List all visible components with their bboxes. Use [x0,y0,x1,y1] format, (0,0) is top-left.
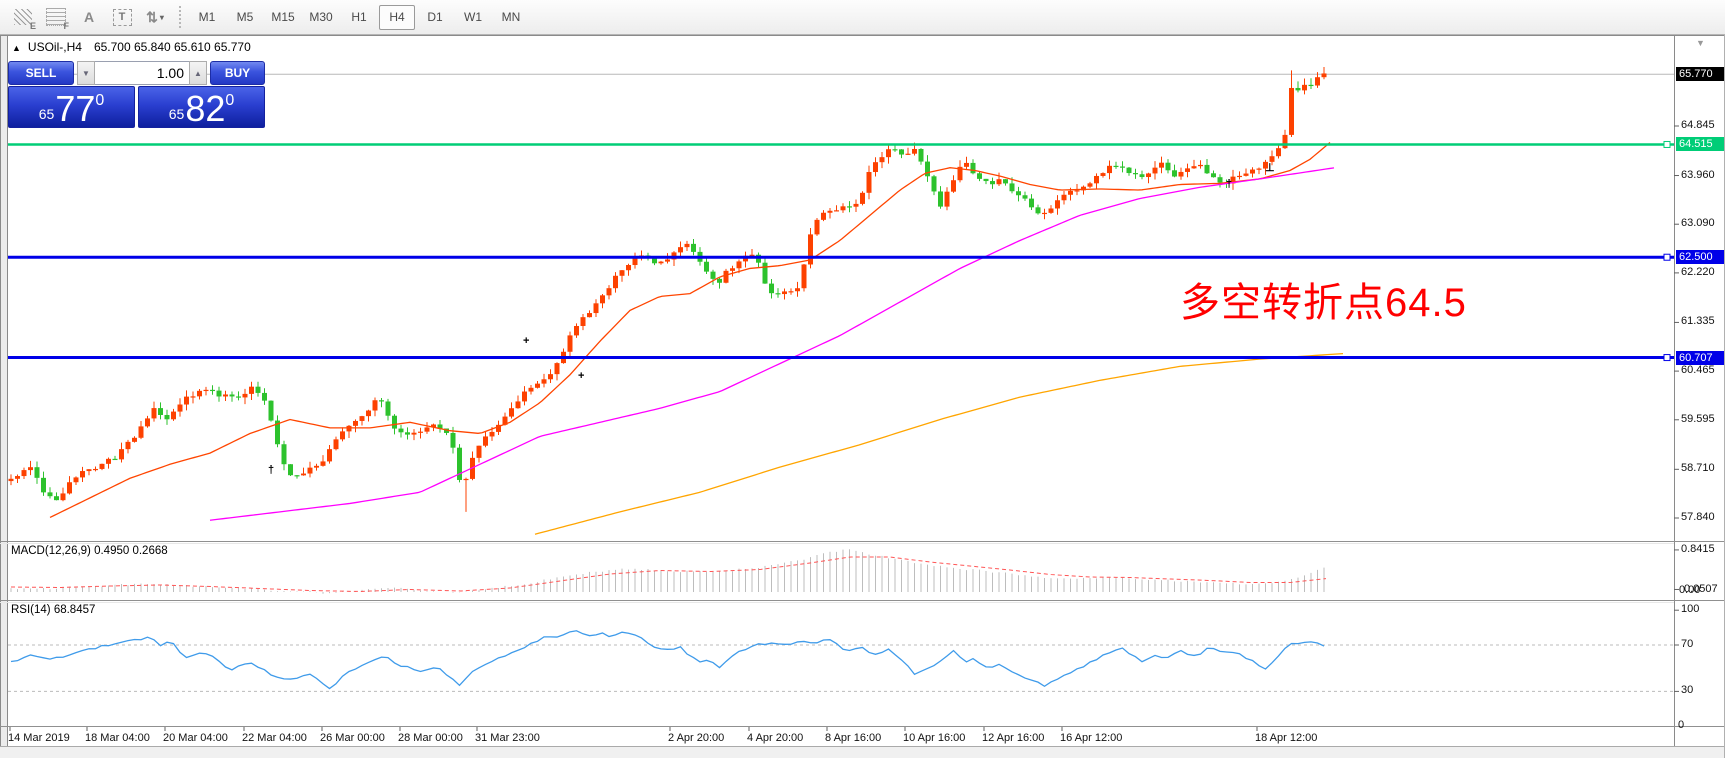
timeframe-button-m15[interactable]: M15 [265,5,301,30]
buy-button[interactable]: BUY [210,61,265,85]
sell-button[interactable]: SELL [8,61,74,85]
sell-price-display[interactable]: 65 77 0 [8,86,135,128]
volume-control: ▼ 1.00 ▲ [77,61,207,85]
toolbar: E F A T ⇅ ▾ M1M5M15M30H1H4D1W1MN [0,0,1725,35]
volume-increase-button[interactable]: ▲ [189,61,207,85]
volume-input[interactable]: 1.00 [95,61,189,85]
mt4-window: E F A T ⇅ ▾ M1M5M15M30H1H4D1W1MN ▲ USOil-… [0,0,1725,758]
rsi-label: RSI(14) 68.8457 [11,604,95,616]
timeframe-button-m1[interactable]: M1 [189,5,225,30]
timeframe-button-d1[interactable]: D1 [417,5,453,30]
grid-hatch-icon[interactable]: F [43,5,69,29]
timeframe-button-h4[interactable]: H4 [379,5,415,30]
timeframe-button-m30[interactable]: M30 [303,5,339,30]
text-label-icon[interactable]: A [76,5,102,29]
collapse-icon[interactable]: ▲ [12,43,21,53]
timeframe-button-h1[interactable]: H1 [341,5,377,30]
text-box-icon[interactable]: T [109,5,135,29]
indicators-hatch-icon[interactable]: E [10,5,36,29]
chart-annotation-text: 多空转折点64.5 [1180,270,1467,328]
symbol-label: USOil-,H4 [28,40,82,54]
timeframe-button-m5[interactable]: M5 [227,5,263,30]
macd-label: MACD(12,26,9) 0.4950 0.2668 [11,545,168,557]
chevron-down-icon: ▾ [160,13,164,22]
arrow-objects-icon[interactable]: ⇅ ▾ [142,5,168,29]
chart-header: ▲ USOil-,H4 65.700 65.840 65.610 65.770 [12,40,251,54]
timeframe-button-mn[interactable]: MN [493,5,529,30]
ohlc-values: 65.700 65.840 65.610 65.770 [94,40,251,54]
chart-autoscroll-icon[interactable]: ▼ [1696,38,1705,48]
one-click-trading-panel: SELL ▼ 1.00 ▲ BUY 65 77 0 65 82 0 [8,61,265,128]
timeframe-button-w1[interactable]: W1 [455,5,491,30]
timeframe-group: M1M5M15M30H1H4D1W1MN [189,5,531,30]
buy-price-display[interactable]: 65 82 0 [138,86,265,128]
toolbar-grip [179,6,181,28]
volume-decrease-button[interactable]: ▼ [77,61,95,85]
